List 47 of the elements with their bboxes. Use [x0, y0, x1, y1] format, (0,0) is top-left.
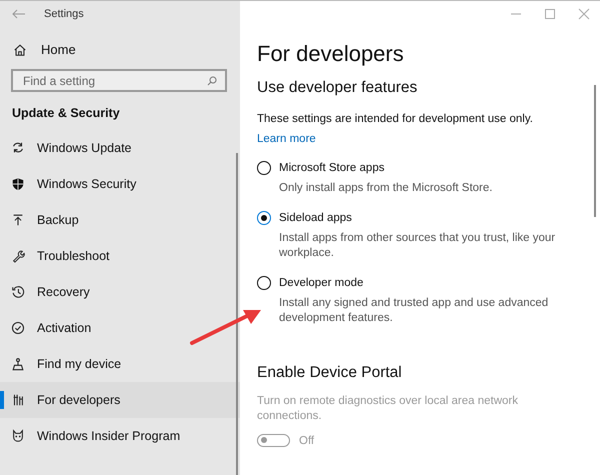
search-field[interactable]: Find a setting — [11, 69, 227, 92]
sidebar-item-icon — [11, 429, 25, 443]
scrollbar[interactable] — [236, 153, 238, 475]
sidebar-item[interactable]: Recovery — [0, 274, 240, 310]
scrollbar[interactable] — [594, 85, 596, 217]
pointer-arrow — [190, 310, 261, 345]
home-icon — [13, 42, 27, 56]
page-title: For developers — [257, 41, 404, 67]
sidebar-item[interactable]: Windows Update — [0, 130, 240, 166]
search-input[interactable]: Find a setting — [21, 72, 207, 88]
search-icon — [207, 76, 217, 86]
portal-description: Turn on remote diagnostics over local area network connections. — [257, 394, 520, 424]
home-link[interactable]: Home — [13, 42, 76, 57]
back-icon[interactable] — [12, 9, 26, 19]
sidebar-item-icon — [11, 357, 25, 371]
intro-text: These settings are intended for development use only. — [257, 113, 533, 125]
sidebar-item[interactable]: Windows Security — [0, 166, 240, 202]
maximize-icon[interactable] — [544, 8, 556, 20]
radio-label[interactable]: Microsoft Store apps — [279, 162, 384, 174]
section-heading: Enable Device Portal — [257, 364, 402, 382]
radio-label[interactable]: Developer mode — [279, 277, 364, 289]
radio-label[interactable]: Sideload apps — [279, 212, 352, 224]
close-icon[interactable] — [578, 8, 590, 20]
radio-button[interactable] — [257, 161, 271, 175]
option-description: Install any signed and trusted app and use advanced development features. — [279, 296, 550, 326]
window-title: Settings — [44, 8, 84, 20]
radio-button[interactable] — [257, 211, 271, 225]
sidebar-item[interactable]: Activation — [0, 310, 240, 346]
sidebar-item[interactable]: Troubleshoot — [0, 238, 240, 274]
toggle-label: Off — [299, 434, 314, 446]
sidebar-item-icon — [11, 177, 25, 191]
sidebar-item-icon — [11, 141, 25, 155]
sidebar-item-icon — [11, 393, 25, 407]
sidebar-item-icon — [11, 213, 25, 227]
section-heading: Use developer features — [257, 79, 418, 97]
sidebar-item-icon — [11, 285, 25, 299]
sidebar-item[interactable]: Find my device — [0, 346, 240, 382]
sidebar-item[interactable]: Backup — [0, 202, 240, 238]
sidebar-item[interactable]: Windows Insider Program — [0, 418, 240, 454]
section-heading: Update & Security — [12, 106, 120, 120]
sidebar-item-icon — [11, 249, 25, 263]
radio-button[interactable] — [257, 276, 271, 290]
sidebar-item[interactable]: For developers — [0, 382, 240, 418]
option-description: Only install apps from the Microsoft Store. — [279, 181, 494, 196]
sidebar-item-icon — [11, 321, 25, 335]
learn-more-link[interactable]: Learn more — [257, 133, 316, 145]
option-description: Install apps from other sources that you trust, like your workplace. — [279, 231, 556, 261]
